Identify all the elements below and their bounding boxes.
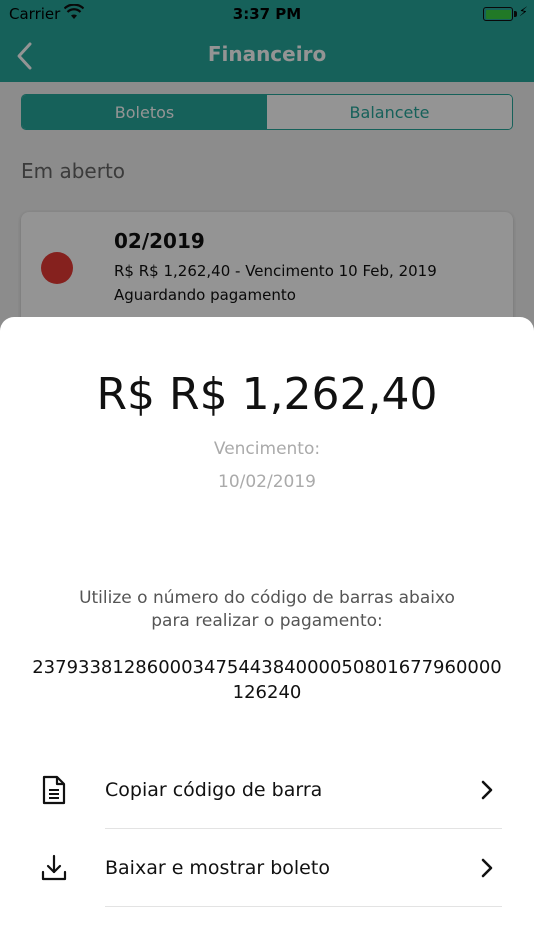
download-icon: [41, 854, 67, 881]
due-date: 10/02/2019: [218, 472, 316, 492]
row-divider: [105, 906, 502, 907]
copy-barcode-button[interactable]: Copiar código de barra: [0, 751, 534, 829]
document-icon: [42, 775, 66, 805]
download-boleto-label: Baixar e mostrar boleto: [105, 857, 330, 879]
payment-instruction: Utilize o número do código de barras aba…: [79, 588, 455, 631]
download-boleto-button[interactable]: Baixar e mostrar boleto: [0, 829, 534, 907]
boleto-sheet: R$ R$ 1,262,40 Vencimento: 10/02/2019 Ut…: [0, 317, 534, 950]
chevron-right-icon: [481, 780, 493, 800]
sheet-amount: R$ R$ 1,262,40: [96, 369, 438, 420]
barcode-number: 2379338128600034754438400005080167796000…: [32, 657, 502, 703]
due-label: Vencimento:: [213, 439, 321, 459]
copy-barcode-label: Copiar código de barra: [105, 779, 323, 801]
chevron-right-icon: [481, 858, 493, 878]
